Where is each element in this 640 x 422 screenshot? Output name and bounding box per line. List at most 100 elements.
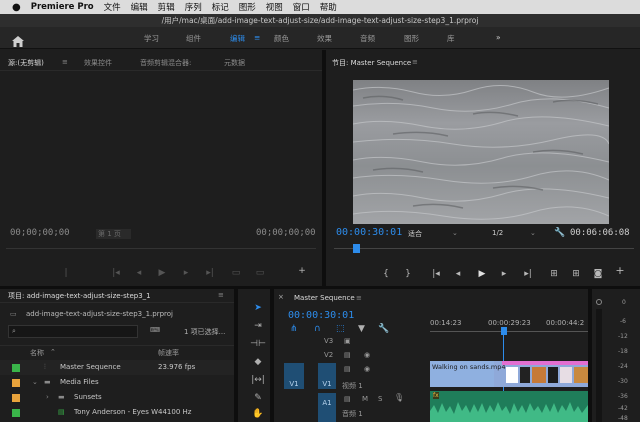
- mark-in-button[interactable]: {: [380, 269, 392, 279]
- column-frame-rate[interactable]: 帧速率: [158, 348, 179, 358]
- chevron-down-icon[interactable]: ⌄: [32, 378, 38, 386]
- meter-clip-indicator[interactable]: [596, 299, 602, 305]
- program-title[interactable]: 节目: Master Sequence: [332, 58, 411, 68]
- chevron-down-icon[interactable]: ⌄: [452, 229, 458, 237]
- tab-effects[interactable]: 效果: [317, 33, 332, 44]
- wrench-icon[interactable]: 🔧: [554, 228, 565, 238]
- wrench-icon[interactable]: 🔧: [378, 324, 389, 334]
- workspace-menu-icon[interactable]: ≡: [254, 33, 260, 42]
- play-button[interactable]: ▶: [476, 269, 488, 279]
- tab-audio[interactable]: 音频: [360, 33, 375, 44]
- program-timecode[interactable]: 00:00:30:01: [336, 227, 402, 238]
- timeline-playhead[interactable]: [501, 327, 507, 335]
- lock-icon[interactable]: ▣: [344, 337, 351, 345]
- project-title[interactable]: 项目: add-image-text-adjust-size-step3_1: [8, 291, 151, 301]
- track-target-v1[interactable]: V1: [318, 363, 336, 389]
- program-playhead[interactable]: [353, 244, 360, 253]
- source-go-out-button[interactable]: ▸|: [204, 268, 216, 278]
- tab-metadata[interactable]: 元数据: [224, 58, 245, 68]
- search-input[interactable]: [8, 325, 138, 338]
- nest-icon[interactable]: ⋔: [290, 324, 298, 334]
- sync-lock-icon[interactable]: ▤: [344, 351, 351, 359]
- sync-lock-icon[interactable]: ▤: [344, 365, 351, 373]
- mute-button[interactable]: M: [362, 395, 368, 403]
- solo-button[interactable]: S: [378, 395, 382, 403]
- menu-window[interactable]: 窗口: [293, 1, 310, 13]
- program-menu-icon[interactable]: ≡: [412, 58, 418, 66]
- table-row[interactable]: ⫶ Master Sequence 23.976 fps: [0, 360, 234, 375]
- go-to-out-button[interactable]: ▸|: [522, 269, 534, 279]
- step-back-button[interactable]: ◂: [452, 269, 464, 279]
- source-overwrite-button[interactable]: ▭: [254, 268, 266, 278]
- track-select-tool-icon[interactable]: ⇥: [250, 319, 266, 333]
- razor-tool-icon[interactable]: ◆: [250, 355, 266, 369]
- menu-markers[interactable]: 标记: [212, 1, 229, 13]
- extract-button[interactable]: ⊞: [570, 269, 582, 279]
- program-resolution-select[interactable]: 1/2: [492, 229, 532, 237]
- menu-clip[interactable]: 剪辑: [158, 1, 175, 13]
- tab-source[interactable]: 源:(无剪辑): [8, 58, 44, 68]
- microphone-icon[interactable]: 🎙: [394, 393, 404, 402]
- step-forward-button[interactable]: ▸: [498, 269, 510, 279]
- add-marker-icon[interactable]: ▼: [358, 324, 365, 334]
- new-bin-icon[interactable]: ⌨: [150, 326, 160, 334]
- tab-editing[interactable]: 编辑: [230, 33, 245, 44]
- hand-tool-icon[interactable]: ✋: [250, 407, 266, 421]
- source-step-forward-button[interactable]: ▸: [180, 268, 192, 278]
- selection-tool-icon[interactable]: ➤: [250, 301, 266, 315]
- label-color-swatch[interactable]: [12, 364, 20, 372]
- tab-libraries[interactable]: 库: [447, 33, 455, 44]
- label-color-swatch[interactable]: [12, 394, 20, 402]
- chevron-down-icon[interactable]: ⌄: [530, 229, 536, 237]
- timeline-timecode[interactable]: 00:00:30:01: [288, 310, 354, 321]
- sort-up-icon[interactable]: ⌃: [50, 348, 56, 356]
- home-icon[interactable]: [12, 32, 24, 47]
- timeline-title[interactable]: Master Sequence: [294, 294, 355, 302]
- menu-sequence[interactable]: 序列: [185, 1, 202, 13]
- audio-clip[interactable]: fx: [430, 391, 588, 422]
- menu-file[interactable]: 文件: [104, 1, 121, 13]
- tab-graphics[interactable]: 图形: [404, 33, 419, 44]
- source-go-in-button[interactable]: |◂: [110, 268, 122, 278]
- source-step-back-button[interactable]: ◂: [133, 268, 145, 278]
- close-icon[interactable]: ×: [278, 293, 284, 301]
- apple-icon[interactable]: ●: [12, 2, 21, 13]
- video-clip[interactable]: Walking on sands.mp4: [430, 361, 588, 387]
- export-frame-icon[interactable]: ◙: [592, 269, 604, 279]
- source-play-button[interactable]: ▶: [156, 268, 168, 278]
- tab-learn[interactable]: 学习: [144, 33, 159, 44]
- tab-effect-controls[interactable]: 效果控件: [84, 58, 112, 68]
- track-target-a1[interactable]: A1: [318, 393, 336, 422]
- source-timecode[interactable]: 00;00;00;00: [10, 228, 70, 238]
- table-row[interactable]: ▤ Tony Anderson - Eyes W 44100 Hz: [0, 405, 234, 420]
- menu-view[interactable]: 视图: [266, 1, 283, 13]
- source-insert-button[interactable]: ▭: [230, 268, 242, 278]
- source-add-button-icon[interactable]: +: [296, 266, 308, 276]
- label-color-swatch[interactable]: [12, 409, 20, 417]
- tab-assembly[interactable]: 组件: [186, 33, 201, 44]
- more-workspaces-icon[interactable]: »: [496, 33, 501, 42]
- label-color-swatch[interactable]: [12, 379, 20, 387]
- pen-tool-icon[interactable]: ✎: [250, 391, 266, 405]
- slip-tool-icon[interactable]: |↔|: [250, 373, 266, 387]
- app-menu[interactable]: Premiere Pro: [31, 2, 94, 12]
- eye-icon[interactable]: ◉: [364, 365, 370, 373]
- mark-out-button[interactable]: }: [402, 269, 414, 279]
- timeline-menu-icon[interactable]: ≡: [356, 294, 362, 302]
- lift-button[interactable]: ⊞: [548, 269, 560, 279]
- menu-help[interactable]: 帮助: [320, 1, 337, 13]
- eye-icon[interactable]: ◉: [364, 351, 370, 359]
- tab-audio-clip-mixer[interactable]: 音频剪辑混合器:: [140, 58, 191, 68]
- sync-lock-icon[interactable]: ▤: [344, 395, 351, 403]
- menu-edit[interactable]: 编辑: [131, 1, 148, 13]
- linked-selection-icon[interactable]: ⬚: [336, 324, 345, 334]
- table-row[interactable]: › ▬ Sunsets: [0, 390, 234, 405]
- menu-graphics[interactable]: 图形: [239, 1, 256, 13]
- tab-color[interactable]: 颜色: [274, 33, 289, 44]
- go-to-in-button[interactable]: |◂: [430, 269, 442, 279]
- source-mark-in-button[interactable]: |: [60, 268, 72, 278]
- chevron-right-icon[interactable]: ›: [46, 393, 49, 401]
- source-page-select[interactable]: 第 1 页: [96, 229, 131, 239]
- snap-icon[interactable]: ∩: [314, 324, 321, 334]
- column-name[interactable]: 名称: [30, 348, 44, 358]
